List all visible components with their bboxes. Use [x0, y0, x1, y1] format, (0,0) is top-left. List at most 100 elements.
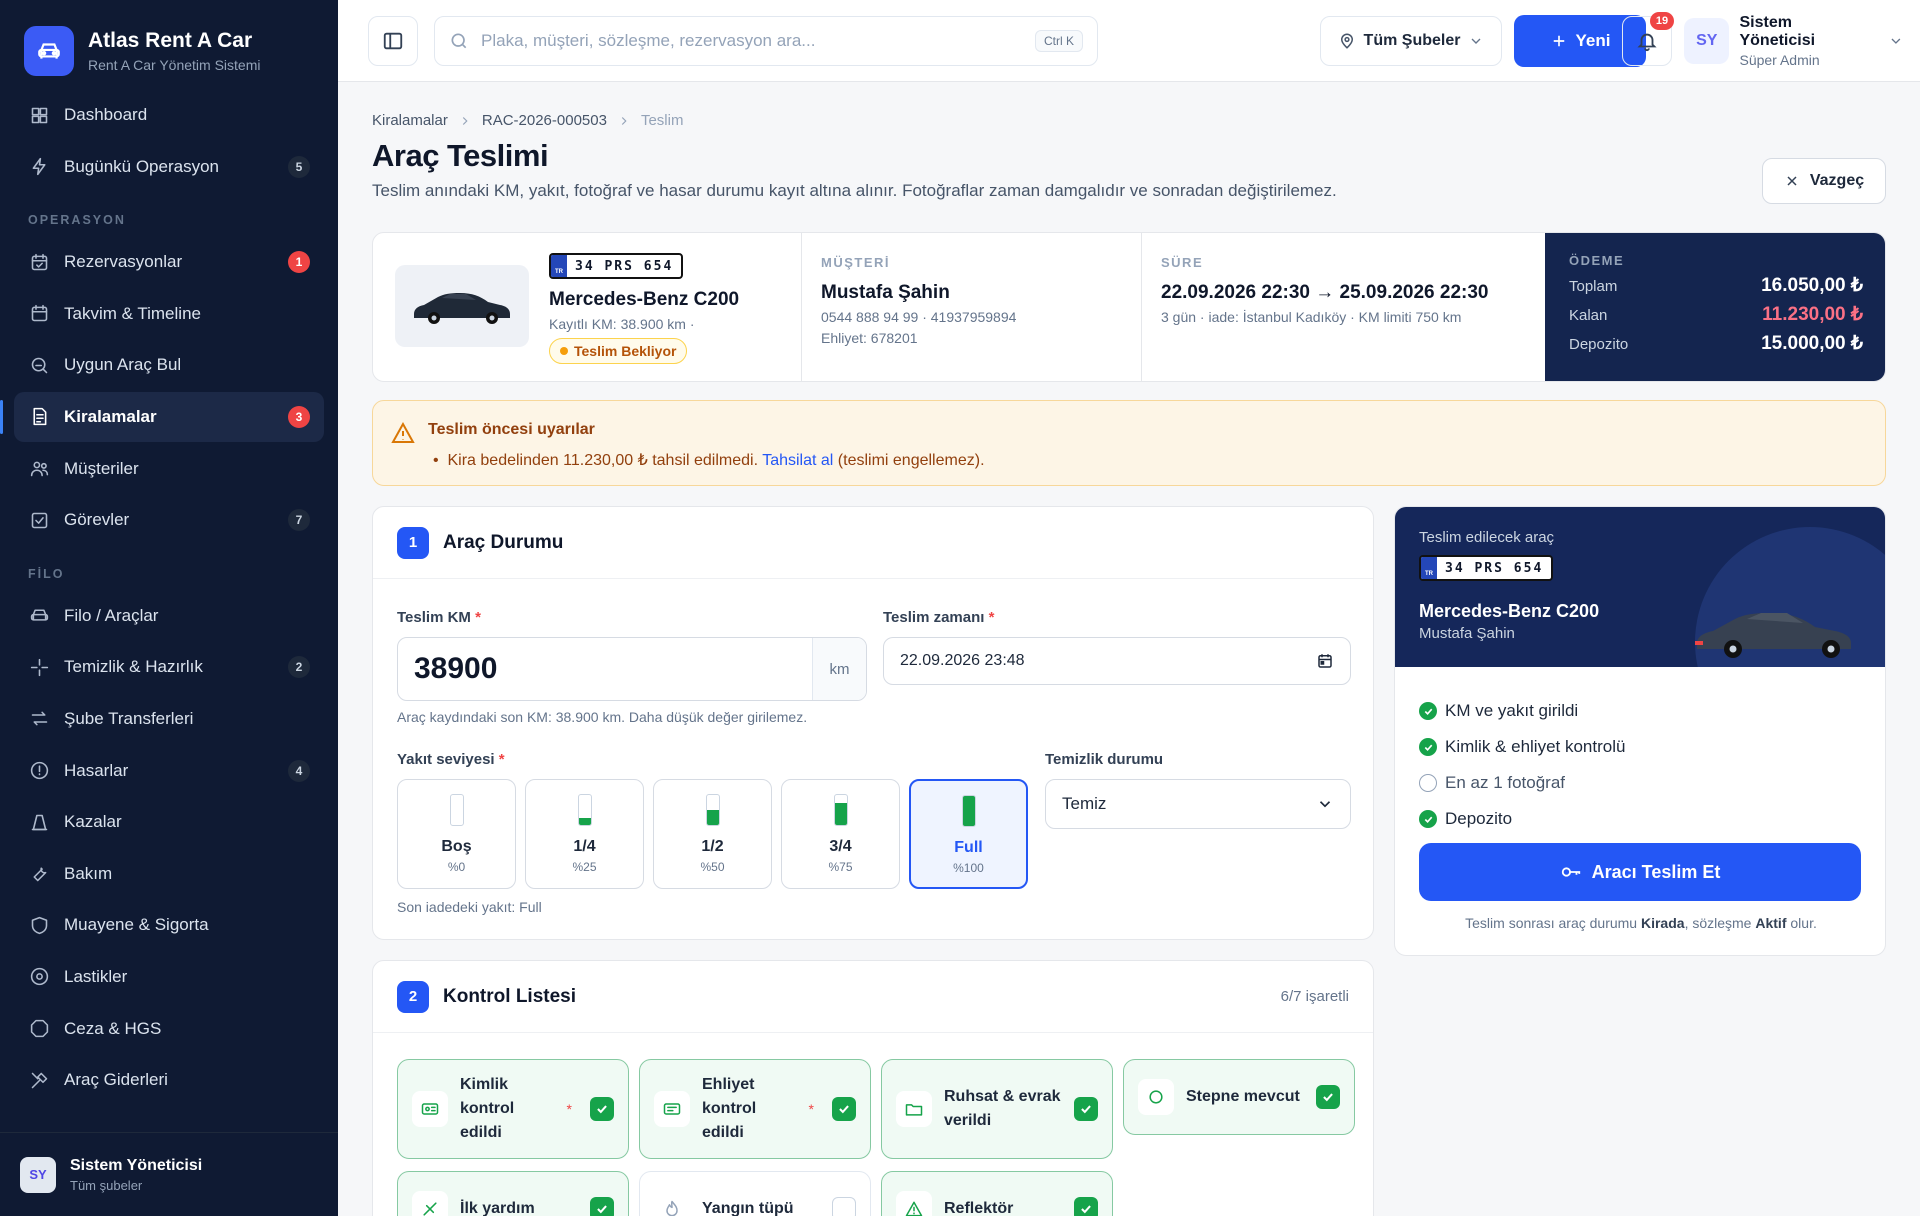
fuel-option[interactable]: Full %100	[909, 779, 1028, 889]
alert-circle-icon	[30, 761, 48, 780]
search-input[interactable]	[481, 31, 1035, 51]
document-icon	[32, 408, 46, 426]
alert-note: (teslimi engellemez).	[837, 452, 985, 469]
sidebar-item-users[interactable]: Müşteriler	[14, 444, 324, 494]
checklist-item[interactable]: İlk yardım	[397, 1171, 629, 1216]
sidebar-item-car[interactable]: Filo / Araçlar	[14, 591, 324, 641]
sidebar-item-label: Müşteriler	[64, 458, 139, 478]
checklist-item-label: İlk yardım	[460, 1200, 535, 1216]
fuel-option-label: Full	[954, 839, 983, 856]
sidebar-item-cone[interactable]: Kazalar	[14, 797, 324, 847]
nav-icon-wrap	[28, 251, 50, 273]
km-input[interactable]: 38900 km	[397, 637, 867, 701]
cleanliness-select[interactable]: Temiz	[1045, 779, 1351, 829]
plate-country: TR	[551, 255, 567, 277]
km-label-text: Teslim KM	[397, 609, 471, 626]
sidebar-user[interactable]: SY Sistem Yöneticisi Tüm şubeler	[0, 1132, 338, 1216]
user-menu[interactable]: SY Sistem Yöneticisi Süper Admin	[1684, 14, 1904, 68]
delivery-time-input[interactable]: 22.09.2026 23:48	[883, 637, 1351, 685]
sidebar-toggle-button[interactable]	[368, 16, 418, 66]
breadcrumb-item[interactable]: RAC-2026-000503	[482, 112, 607, 129]
checkbox[interactable]	[1074, 1097, 1098, 1121]
sparkle-icon	[30, 658, 48, 677]
id-card-icon	[421, 1103, 439, 1115]
fuel-option[interactable]: 1/4 %25	[525, 779, 644, 889]
checklist-icon-wrap	[654, 1191, 690, 1216]
car-image-icon	[1695, 613, 1851, 658]
checkbox[interactable]	[590, 1097, 614, 1121]
handover-model: Mercedes-Benz C200	[1419, 601, 1600, 621]
cancel-button[interactable]: Vazgeç	[1762, 158, 1886, 204]
sidebar-item-label: Bakım	[64, 863, 113, 883]
checkbox[interactable]	[832, 1097, 856, 1121]
customer-name[interactable]: Mustafa Şahin	[821, 282, 1016, 304]
checklist-item[interactable]: Reflektör	[881, 1171, 1113, 1216]
sidebar-item-document[interactable]: Kiralamalar 3	[0, 391, 324, 442]
collect-payment-link[interactable]: Tahsilat al	[762, 452, 833, 469]
fuel-option-percent: %0	[447, 860, 466, 874]
checklist-item[interactable]: Ehliyet kontrol edildi *	[639, 1059, 871, 1159]
fuel-option[interactable]: 1/2 %50	[653, 779, 772, 889]
sidebar-item-label: Görevler	[64, 510, 130, 530]
alert-text: Kira bedelinden 11.230,00 ₺ tahsil edilm…	[447, 452, 759, 469]
checkmark-icon	[839, 1105, 849, 1114]
fuel-option-label: 1/4	[573, 838, 596, 855]
fuel-hint: Son iadedeki yakıt: Full	[397, 899, 542, 915]
checklist-item[interactable]: Ruhsat & evrak verildi	[881, 1059, 1113, 1159]
fuel-gauge-icon	[577, 794, 592, 826]
checklist-item[interactable]: Stepne mevcut	[1123, 1059, 1355, 1135]
branch-select[interactable]: Tüm Şubeler	[1320, 16, 1502, 66]
checklist-item[interactable]: Kimlik kontrol edildi *	[397, 1059, 629, 1159]
sidebar-item-dashboard[interactable]: Dashboard	[14, 90, 324, 140]
handover-card: Teslim edilecek araç TR 34 PRS 654 Merce…	[1394, 506, 1886, 956]
calendar-icon[interactable]	[1316, 652, 1334, 670]
payment-row-value: 16.050,00 ₺	[1761, 275, 1863, 296]
sidebar-item-bolt[interactable]: Bugünkü Operasyon 5	[14, 142, 324, 192]
fuel-option[interactable]: 3/4 %75	[781, 779, 900, 889]
sidebar-item-transfer[interactable]: Şube Transferleri	[14, 694, 324, 744]
card-title: Araç Durumu	[443, 531, 564, 553]
handover-check-item: En az 1 fotoğraf	[1419, 765, 1861, 801]
breadcrumb-item[interactable]: Kiralamalar	[372, 112, 448, 129]
brand[interactable]: Atlas Rent A Car Rent A Car Yönetim Sist…	[0, 0, 338, 80]
sidebar-item-tools[interactable]: Araç Giderleri	[14, 1055, 324, 1105]
card-header: 1 Araç Durumu	[373, 507, 1373, 579]
sidebar-item-task-check[interactable]: Görevler 7	[14, 495, 324, 545]
clean-label: Temizlik durumu	[1045, 751, 1164, 768]
sidebar-item-calendar[interactable]: Takvim & Timeline	[14, 289, 324, 339]
required-mark: *	[808, 1101, 814, 1117]
sidebar-item-wrench[interactable]: Bakım	[14, 849, 324, 899]
checkbox[interactable]	[1316, 1085, 1340, 1109]
checkbox[interactable]	[590, 1197, 614, 1216]
note-status: Kirada	[1640, 915, 1685, 931]
sidebar-item-sparkle[interactable]: Temizlik & Hazırlık 2	[14, 642, 324, 692]
sidebar-item-label: Ceza & HGS	[64, 1018, 162, 1038]
chevron-right-icon	[462, 116, 468, 125]
license-plate: TR 34 PRS 654	[549, 253, 684, 279]
check-circle-icon	[1419, 738, 1437, 756]
sidebar-item-search-car[interactable]: Uygun Araç Bul	[14, 340, 324, 390]
sidebar-item-shield[interactable]: Muayene & Sigorta	[14, 900, 324, 950]
checklist-item[interactable]: Yangın tüpü	[639, 1171, 871, 1216]
checklist-icon-wrap	[896, 1091, 932, 1127]
checkbox[interactable]	[1074, 1197, 1098, 1216]
checklist-icon-wrap	[412, 1191, 448, 1216]
fuel-option[interactable]: Boş %0	[397, 779, 516, 889]
fuel-option-label: 1/2	[701, 838, 724, 855]
checkbox[interactable]	[832, 1197, 856, 1216]
divider	[1141, 233, 1142, 381]
alert-title: Teslim öncesi uyarılar	[428, 421, 595, 438]
sidebar-item-tire[interactable]: Lastikler	[14, 952, 324, 1002]
handover-customer: Mustafa Şahin	[1419, 625, 1515, 642]
nav-icon-wrap	[28, 760, 50, 782]
checklist-icon-wrap	[1138, 1079, 1174, 1115]
nav-icon-wrap	[28, 708, 50, 730]
nav-icon-wrap	[28, 303, 50, 325]
deliver-vehicle-button[interactable]: Aracı Teslim Et	[1419, 843, 1861, 901]
sidebar-item-alert-circle[interactable]: Hasarlar 4	[14, 746, 324, 796]
plate-number: 34 PRS 654	[575, 258, 674, 274]
fuel-option-percent: %75	[828, 860, 853, 874]
calendar-check-icon	[31, 253, 47, 270]
sidebar-item-stop-sign[interactable]: Ceza & HGS	[14, 1004, 324, 1054]
sidebar-item-calendar-check[interactable]: Rezervasyonlar 1	[14, 237, 324, 287]
